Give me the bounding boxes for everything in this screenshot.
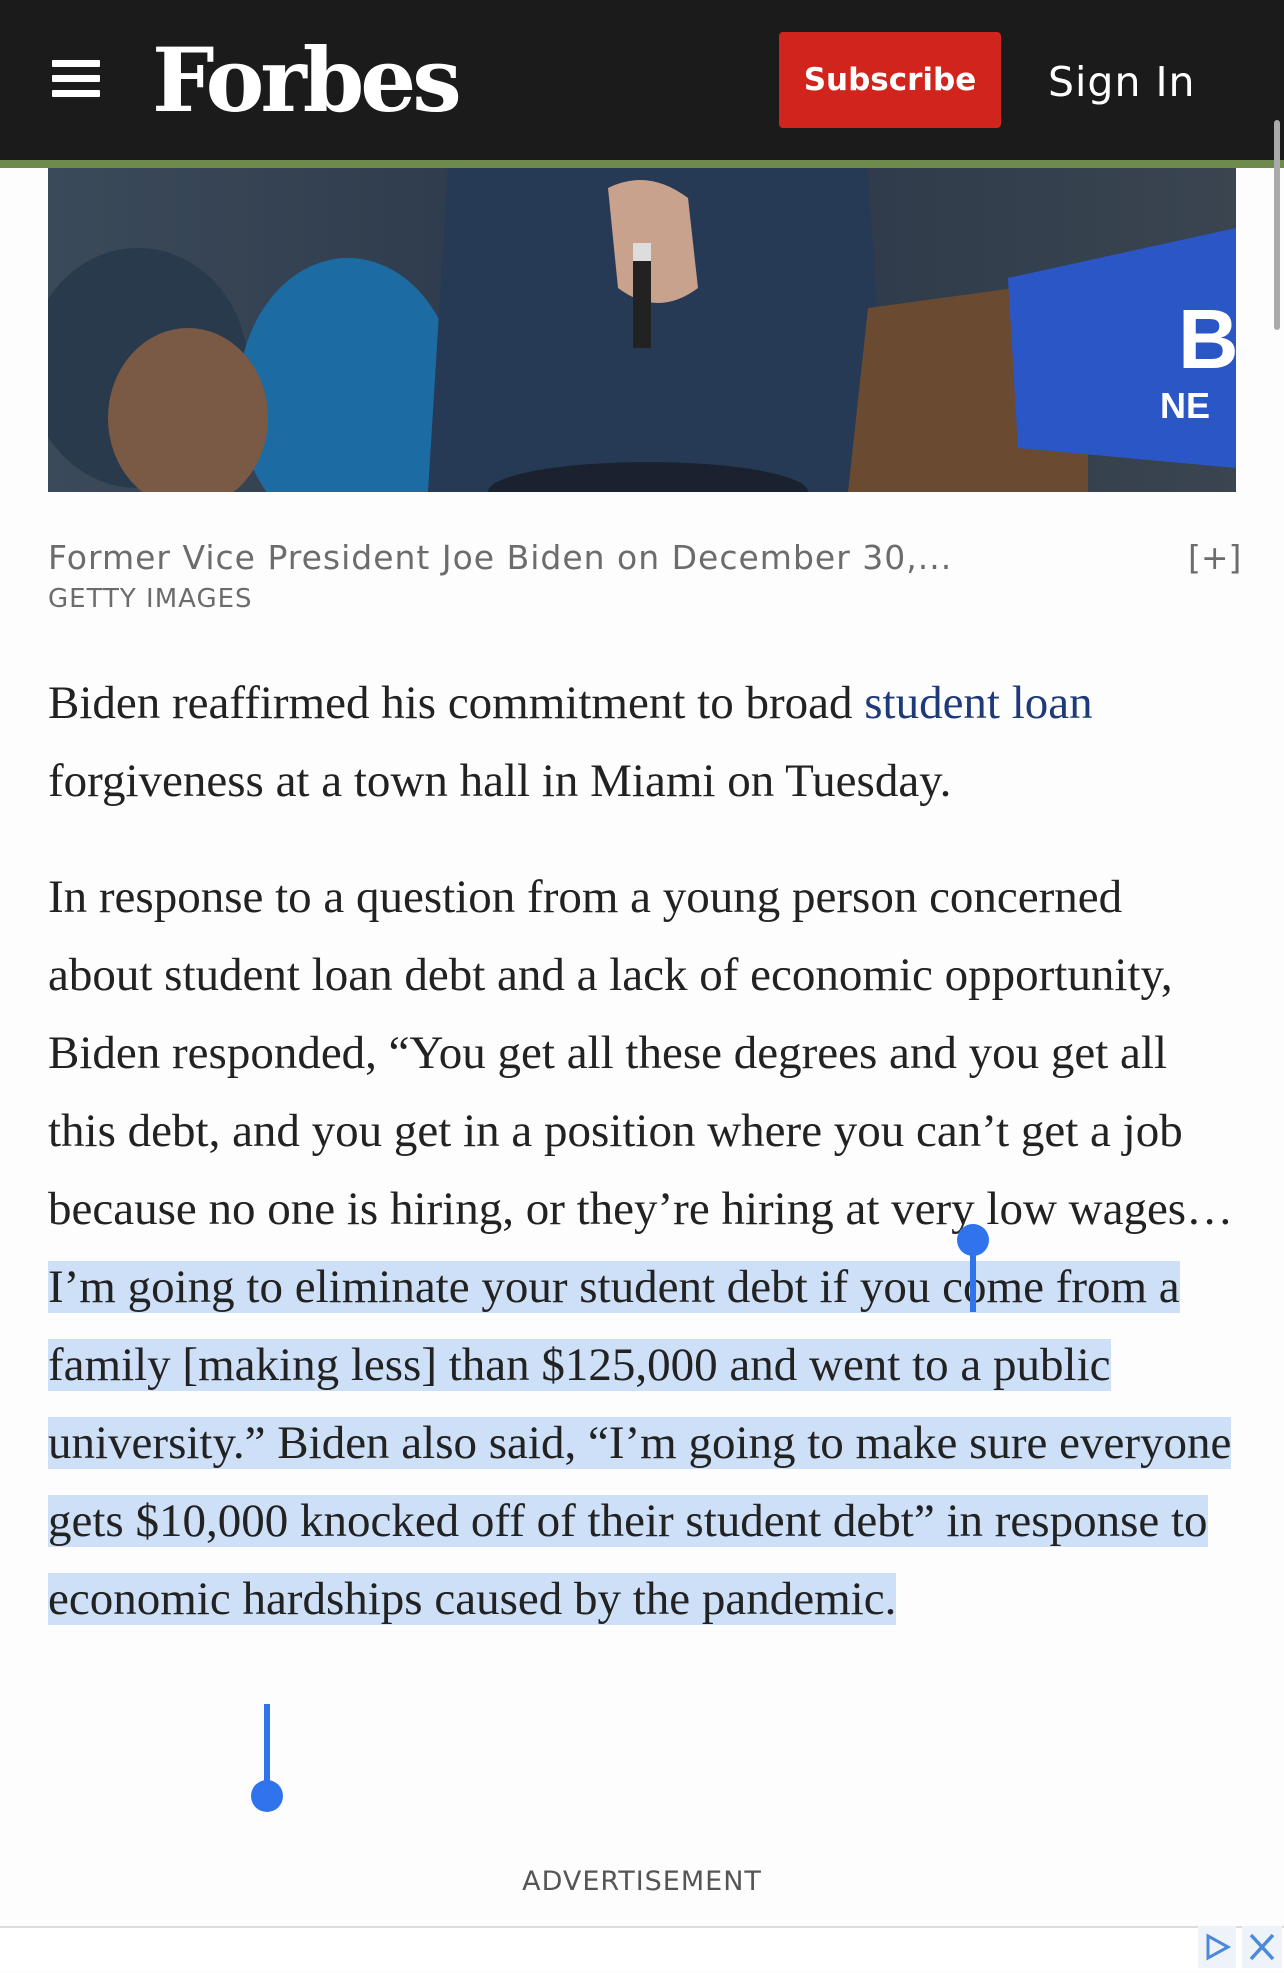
selection-start-handle-bar	[970, 1252, 976, 1312]
forbes-logo[interactable]: Forbes	[152, 30, 462, 130]
advertisement-label: ADVERTISEMENT	[522, 1866, 762, 1897]
student-loan-link[interactable]: student loan	[864, 677, 1092, 729]
paragraph-text: In response to a question from a young p…	[48, 871, 1234, 1235]
svg-text:NE: NE	[1160, 385, 1210, 426]
paragraph-text: forgiveness at a town hall in Miami on T…	[48, 755, 952, 807]
sign-in-link[interactable]: Sign In	[1048, 58, 1196, 106]
selection-end-handle[interactable]	[251, 1780, 283, 1812]
article-hero-photo: B NE	[48, 168, 1236, 492]
close-icon[interactable]	[1242, 1926, 1282, 1968]
hamburger-menu-icon[interactable]	[52, 60, 100, 98]
caption-expand-button[interactable]: [+]	[1188, 538, 1241, 577]
paragraph-text: Biden reaffirmed his commitment to broad	[48, 677, 865, 729]
adchoices-icon[interactable]	[1198, 1926, 1236, 1968]
selected-text[interactable]: I’m going to eliminate your student debt…	[48, 1261, 1232, 1625]
selection-start-handle[interactable]	[957, 1224, 989, 1256]
svg-text:B: B	[1178, 292, 1236, 386]
advertisement-slot[interactable]	[0, 1926, 1284, 1970]
top-navigation-bar: Forbes Subscribe Sign In	[0, 0, 1284, 160]
article-paragraph-1: Biden reaffirmed his commitment to broad…	[48, 664, 1236, 820]
page-scrollbar[interactable]	[1274, 120, 1280, 330]
article-paragraph-2: In response to a question from a young p…	[48, 858, 1236, 1638]
header-accent-stripe	[0, 160, 1284, 168]
subscribe-button[interactable]: Subscribe	[779, 32, 1001, 128]
image-caption: Former Vice President Joe Biden on Decem…	[48, 538, 953, 577]
image-credit: GETTY IMAGES	[48, 584, 253, 614]
selection-end-handle-bar	[264, 1704, 270, 1782]
